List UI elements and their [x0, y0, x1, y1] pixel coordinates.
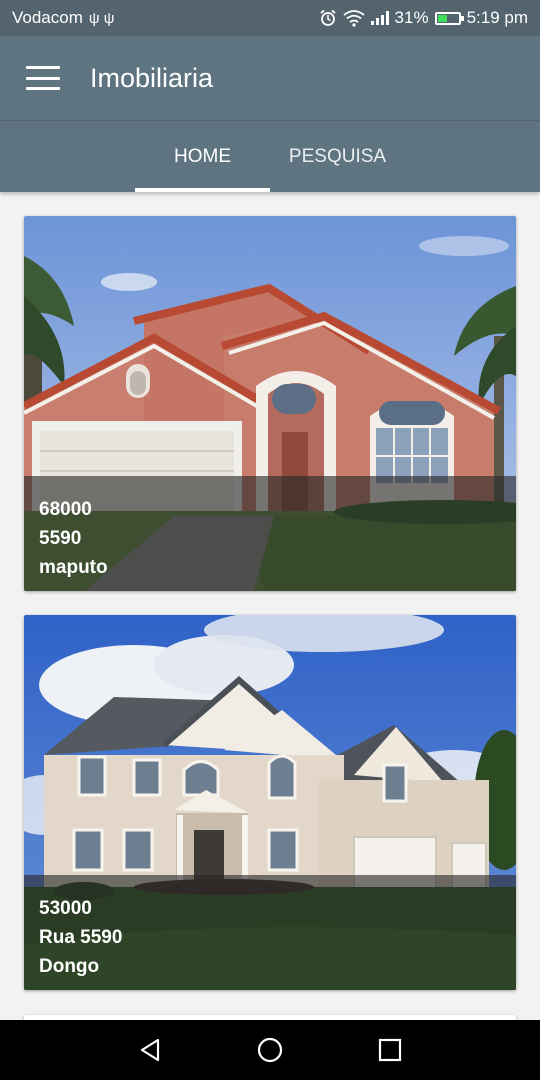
tab-bar: HOME PESQUISA	[0, 120, 540, 192]
battery-percent: 31%	[394, 8, 429, 27]
carrier-label: Vodacom	[12, 8, 83, 27]
status-bar: Vodacom ψ ψ 31% 5:19 pm	[0, 0, 540, 36]
status-left: Vodacom ψ ψ	[12, 8, 114, 28]
back-icon[interactable]	[136, 1035, 166, 1065]
app-bar: Imobiliaria	[0, 36, 540, 120]
battery-icon	[434, 11, 464, 25]
listing-location: maputo	[39, 557, 108, 578]
alarm-icon	[319, 9, 336, 26]
listing-detail: 5590	[39, 528, 82, 549]
menu-icon[interactable]	[26, 66, 60, 90]
recents-icon[interactable]	[375, 1035, 405, 1065]
listing-price: 68000	[39, 499, 92, 520]
status-right: 31% 5:19 pm	[319, 8, 528, 28]
usb-icon: ψ ψ	[88, 9, 115, 27]
navigation-bar	[0, 1020, 540, 1080]
listing-location: Dongo	[39, 956, 100, 977]
listing-detail: Rua 5590	[39, 927, 123, 948]
tab-pesquisa[interactable]: PESQUISA	[270, 121, 405, 192]
wifi-icon	[342, 10, 365, 27]
listing-caption: 53000 Rua 5590 Dongo	[24, 875, 516, 990]
signal-icon	[370, 11, 389, 25]
listing-price: 53000	[39, 898, 92, 919]
tab-indicator	[135, 188, 270, 192]
app-title: Imobiliaria	[90, 62, 214, 93]
listing-caption: 68000 5590 maputo	[24, 476, 516, 591]
tab-home[interactable]: HOME	[135, 121, 270, 192]
listing-card[interactable]: 53000 Rua 5590 Dongo	[24, 615, 516, 990]
home-icon[interactable]	[255, 1035, 285, 1065]
listing-card[interactable]: 68000 5590 maputo	[24, 216, 516, 591]
clock: 5:19 pm	[466, 8, 528, 27]
